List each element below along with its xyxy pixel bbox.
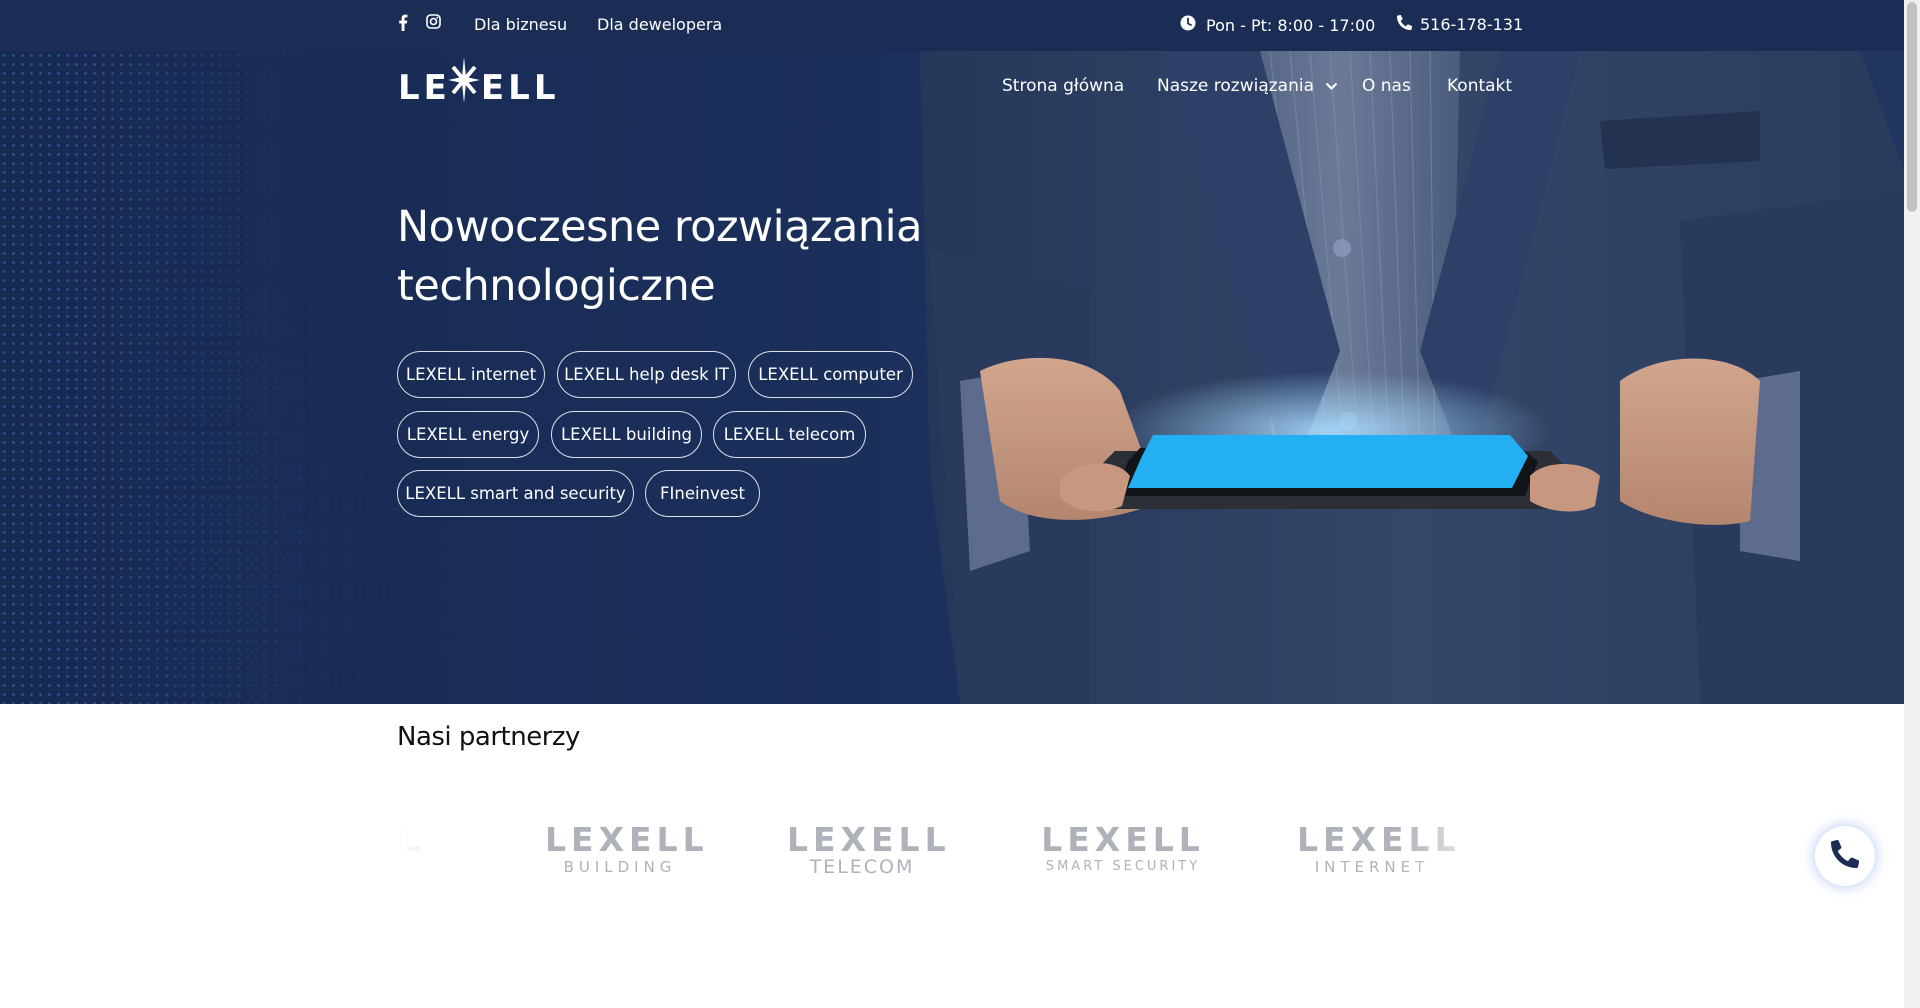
nav-about[interactable]: O nas	[1362, 75, 1411, 97]
business-link[interactable]: Dla biznesu	[474, 15, 567, 35]
chevron-down-icon	[1325, 75, 1338, 97]
top-bar: Dla biznesu Dla dewelopera Pon - Pt: 8:0…	[0, 0, 1904, 51]
carousel-fade-left	[397, 800, 477, 900]
solution-pill-energy[interactable]: LEXELL energy	[397, 411, 539, 458]
scrollbar-thumb[interactable]	[1907, 2, 1917, 212]
nav-home[interactable]: Strona główna	[1002, 75, 1124, 97]
solution-pill-computer[interactable]: LEXELL computer	[748, 351, 913, 398]
partner-logo-building[interactable]: LEXELL BUILDING	[545, 820, 709, 877]
solution-pill-helpdesk[interactable]: LEXELL help desk IT	[557, 351, 736, 398]
partner-logo-text: LEXELL	[787, 820, 951, 859]
solution-pill-internet[interactable]: LEXELL internet	[397, 351, 545, 398]
solution-pill-fineinvest[interactable]: FIneinvest	[645, 470, 760, 517]
phone-contact[interactable]: 516-178-131	[1397, 14, 1524, 35]
hero-headline-line2: technologiczne	[397, 261, 716, 311]
solution-pill-telecom[interactable]: LEXELL telecom	[713, 411, 866, 458]
partners-title: Nasi partnerzy	[397, 722, 580, 752]
solution-pill-smart-security[interactable]: LEXELL smart and security	[397, 470, 634, 517]
developer-link[interactable]: Dla dewelopera	[597, 15, 722, 35]
nav-solutions-label: Nasze rozwiązania	[1157, 76, 1315, 96]
solution-pill-building[interactable]: LEXELL building	[551, 411, 702, 458]
partner-logo-text: LEXELL	[1041, 820, 1205, 859]
partner-logo-subtitle: BUILDING	[563, 858, 677, 876]
clock-icon	[1180, 15, 1196, 36]
hero-section: LE ELL Strona główna Nasze rozwiązania O …	[0, 51, 1904, 704]
hours-text: Pon - Pt: 8:00 - 17:00	[1206, 15, 1376, 35]
partner-logo-smart-security[interactable]: LEXELL SMART SECURITY	[1028, 822, 1218, 876]
page-scrollbar[interactable]	[1904, 0, 1920, 1008]
instagram-icon[interactable]	[426, 14, 441, 36]
site-logo[interactable]: LE ELL	[398, 57, 559, 108]
hero-photo	[920, 51, 1904, 704]
logo-text: LE ELL	[398, 57, 559, 108]
hero-headline: Nowoczesne rozwiązania technologiczne	[397, 198, 997, 316]
facebook-icon[interactable]	[398, 14, 408, 36]
opening-hours: Pon - Pt: 8:00 - 17:00	[1180, 15, 1375, 36]
partner-logo-subtitle: SMART SECURITY	[1045, 859, 1201, 874]
phone-icon	[1397, 14, 1413, 35]
call-button[interactable]	[1815, 826, 1875, 886]
partner-logo-subtitle: TELECOM	[809, 856, 915, 878]
phone-icon	[1831, 839, 1860, 872]
partner-logo-text: LEXELL	[545, 820, 709, 859]
carousel-fade-right	[1400, 800, 1520, 900]
phone-number: 516-178-131	[1420, 15, 1524, 34]
social-links	[398, 14, 441, 36]
partner-logo-telecom[interactable]: LEXELL TELECOM	[787, 820, 951, 878]
nav-contact[interactable]: Kontakt	[1447, 75, 1512, 97]
sparkle-icon	[447, 57, 481, 103]
hero-headline-line1: Nowoczesne rozwiązania	[397, 202, 922, 252]
nav-solutions[interactable]: Nasze rozwiązania	[1157, 75, 1338, 97]
